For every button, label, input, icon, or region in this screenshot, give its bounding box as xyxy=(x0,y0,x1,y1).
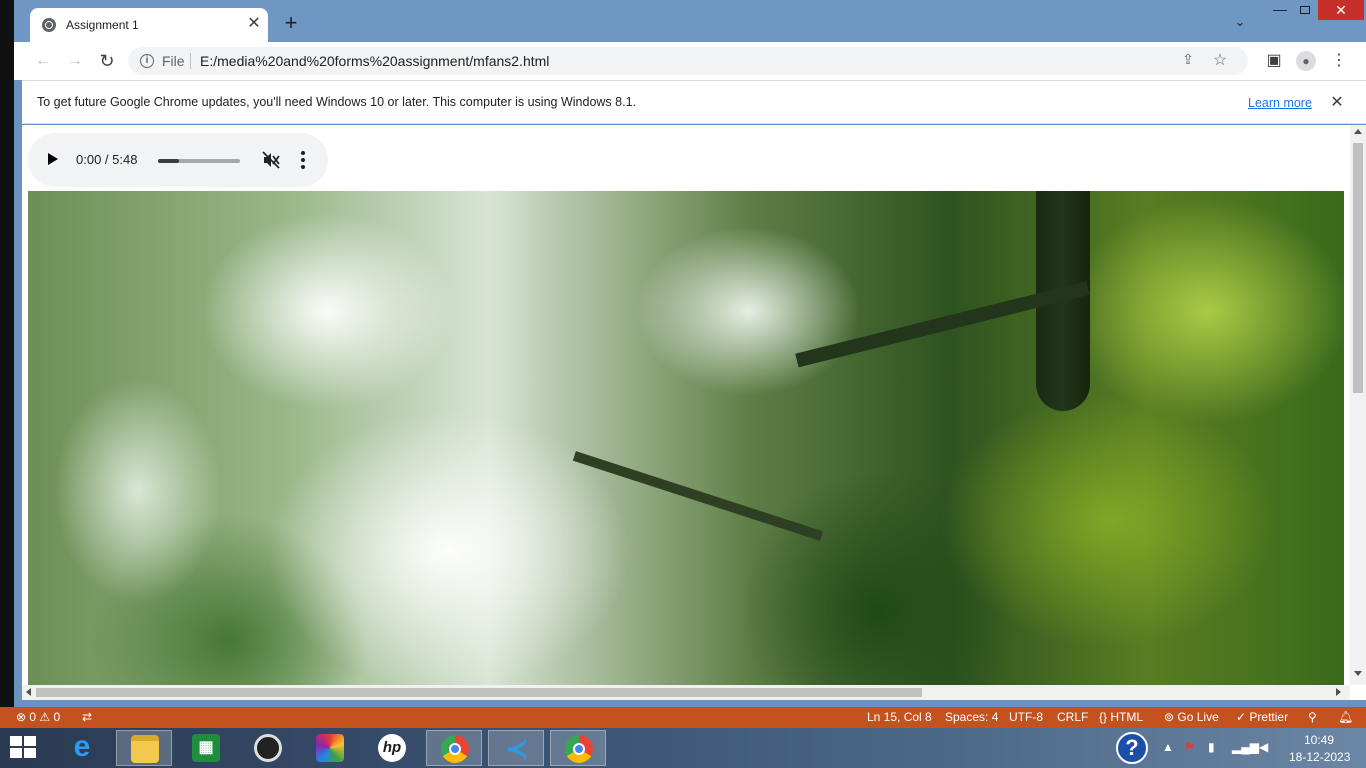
folder-icon xyxy=(131,735,159,763)
taskbar-vscode[interactable]: ≺ xyxy=(488,730,544,766)
taskbar-chrome-2[interactable] xyxy=(550,730,606,766)
broadcast-icon: ⊚ xyxy=(1164,710,1178,724)
address-bar[interactable]: i File E:/media%20and%20forms%20assignme… xyxy=(128,47,1248,75)
tab-assignment-1[interactable]: Assignment 1 ✕ xyxy=(30,8,268,42)
taskbar-file-explorer[interactable] xyxy=(116,730,172,766)
scroll-down-arrow-icon[interactable] xyxy=(1354,671,1362,676)
profile-avatar-icon[interactable]: ● xyxy=(1296,51,1316,71)
hp-icon: hp xyxy=(378,734,406,762)
side-panel-icon[interactable]: ▣ xyxy=(1263,50,1285,72)
scroll-up-arrow-icon[interactable] xyxy=(1354,129,1362,134)
new-tab-button[interactable]: + xyxy=(280,12,302,34)
tab-title: Assignment 1 xyxy=(66,18,139,32)
audio-seek-fill xyxy=(158,159,179,163)
tree-branch xyxy=(572,451,824,541)
action-center-flag-icon[interactable]: ⚑ xyxy=(1184,740,1195,754)
taskbar-hp-app[interactable]: hp xyxy=(364,730,420,766)
taskbar-excel-store[interactable]: ▦ xyxy=(178,730,234,766)
feedback-icon[interactable]: ⚲ xyxy=(1308,710,1317,724)
back-arrow-icon[interactable]: ← xyxy=(32,50,54,72)
video-frame-tree-canopy[interactable] xyxy=(28,191,1344,685)
infobar-close-icon[interactable]: ✕ xyxy=(1328,92,1346,112)
scroll-left-arrow-icon[interactable] xyxy=(26,688,31,696)
volume-icon[interactable]: ◀ xyxy=(1259,740,1268,754)
taskbar-webcam-app[interactable] xyxy=(240,730,296,766)
battery-icon[interactable]: ▮ xyxy=(1208,740,1215,754)
prettier-button[interactable]: ✓ Prettier xyxy=(1236,710,1288,724)
show-hidden-icons-chevron-icon[interactable]: ▲ xyxy=(1162,740,1174,754)
network-signal-icon[interactable]: ▂▄▆ xyxy=(1232,740,1259,754)
chrome-menu-icon[interactable]: ⋮ xyxy=(1328,50,1350,72)
page-viewport: 0:00 / 5:48 xyxy=(22,125,1366,700)
check-icon: ✓ xyxy=(1236,710,1250,724)
go-live-label: Go Live xyxy=(1177,710,1219,724)
live-share-icon[interactable]: ⇄ xyxy=(82,710,92,724)
problems-indicator[interactable]: ⊗ 0 ⚠ 0 xyxy=(16,710,60,724)
vertical-scrollbar[interactable] xyxy=(1350,125,1366,685)
bookmark-star-icon[interactable]: ☆ xyxy=(1210,50,1230,70)
scheme-label: File xyxy=(162,53,185,69)
tab-search-chevron-icon[interactable]: ⌄ xyxy=(1230,14,1250,34)
indentation[interactable]: Spaces: 4 xyxy=(945,710,998,724)
notifications-bell-icon[interactable]: 🔔︎ xyxy=(1338,710,1353,724)
vscode-icon: ≺ xyxy=(505,733,529,764)
muted-speaker-icon[interactable] xyxy=(261,150,281,170)
chrome-window: Assignment 1 ✕ + ⌄ — ✕ ← → ↻ i File E:/m… xyxy=(14,0,1366,707)
language-mode[interactable]: {} HTML xyxy=(1099,710,1143,724)
line-ending[interactable]: CRLF xyxy=(1057,710,1088,724)
forward-arrow-icon[interactable]: → xyxy=(64,50,86,72)
tab-strip: Assignment 1 ✕ + ⌄ — ✕ xyxy=(14,0,1366,42)
paint-icon xyxy=(316,734,344,762)
help-icon[interactable]: ? xyxy=(1116,732,1148,764)
url-text[interactable]: E:/media%20and%20forms%20assignment/mfan… xyxy=(200,53,549,69)
learn-more-link[interactable]: Learn more xyxy=(1248,96,1312,110)
prettier-label: Prettier xyxy=(1249,710,1289,724)
audio-seek-bar[interactable] xyxy=(158,159,240,163)
clock-time[interactable]: 10:49 xyxy=(1304,733,1334,747)
cursor-position[interactable]: Ln 15, Col 8 xyxy=(867,710,932,724)
desktop-edge xyxy=(0,0,14,707)
play-icon[interactable] xyxy=(48,153,58,165)
taskbar-paint-app[interactable] xyxy=(302,730,358,766)
browser-toolbar: ← → ↻ i File E:/media%20and%20forms%20as… xyxy=(14,42,1366,80)
info-icon[interactable]: i xyxy=(140,54,154,68)
clock-date[interactable]: 18-12-2023 xyxy=(1289,750,1350,764)
horizontal-scroll-thumb[interactable] xyxy=(36,688,922,697)
reload-icon[interactable]: ↻ xyxy=(96,50,118,72)
scroll-right-arrow-icon[interactable] xyxy=(1336,688,1341,696)
tab-close-icon[interactable]: ✕ xyxy=(244,14,264,34)
taskbar-chrome-1[interactable] xyxy=(426,730,482,766)
webcam-icon xyxy=(254,734,282,762)
go-live-button[interactable]: ⊚ Go Live xyxy=(1164,710,1219,724)
vscode-status-bar: ⊗ 0 ⚠ 0 ⇄ Ln 15, Col 8 Spaces: 4 UTF-8 C… xyxy=(0,707,1366,728)
maximize-button[interactable] xyxy=(1292,0,1318,22)
vertical-scroll-thumb[interactable] xyxy=(1353,143,1363,393)
globe-icon xyxy=(42,18,56,32)
update-infobar: To get future Google Chrome updates, you… xyxy=(22,80,1366,124)
encoding[interactable]: UTF-8 xyxy=(1009,710,1043,724)
taskbar-internet-explorer[interactable]: e xyxy=(54,730,110,766)
store-icon: ▦ xyxy=(192,734,220,762)
omnibox-divider xyxy=(190,53,191,69)
horizontal-scrollbar[interactable] xyxy=(22,685,1350,700)
windows-start-icon[interactable] xyxy=(10,736,38,760)
windows-taskbar: e ▦ hp ≺ ? ▲ ⚑ ▮ ▂▄▆ ◀ 10:49 18-12-2023 xyxy=(0,728,1366,768)
audio-time: 0:00 / 5:48 xyxy=(76,152,138,167)
chrome-icon xyxy=(441,735,469,763)
share-icon[interactable]: ⇪ xyxy=(1178,51,1198,71)
infobar-message: To get future Google Chrome updates, you… xyxy=(37,95,636,109)
chrome-icon xyxy=(565,735,593,763)
audio-more-options-icon[interactable] xyxy=(300,151,306,169)
internet-explorer-icon: e xyxy=(73,730,91,763)
audio-player: 0:00 / 5:48 xyxy=(28,133,328,187)
close-window-button[interactable]: ✕ xyxy=(1318,0,1364,20)
